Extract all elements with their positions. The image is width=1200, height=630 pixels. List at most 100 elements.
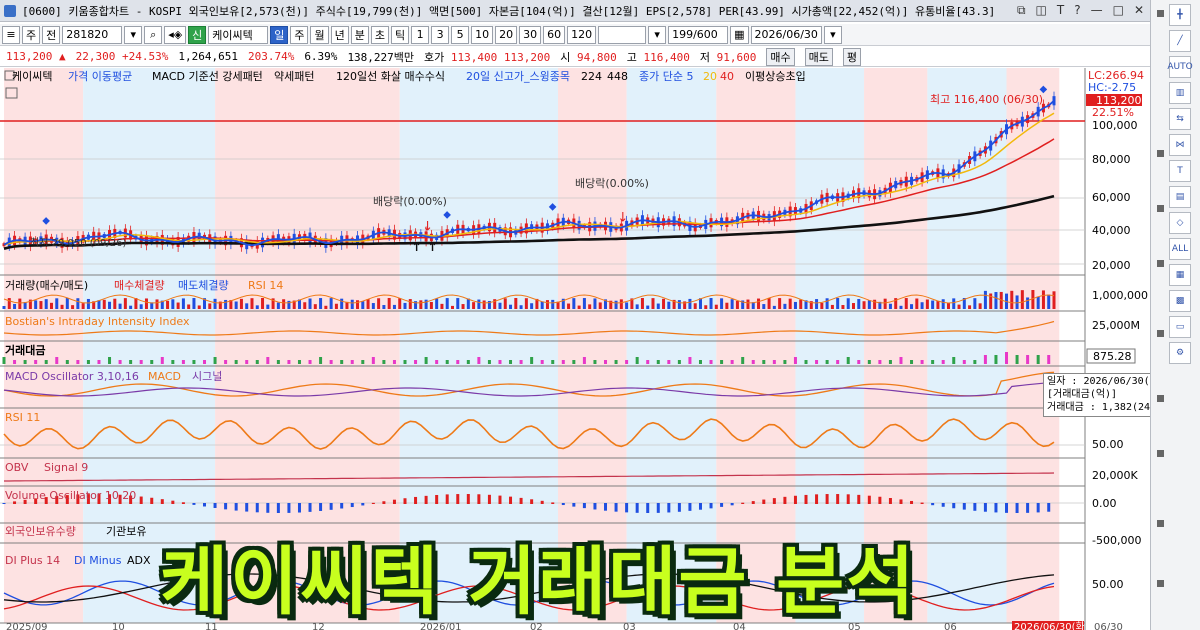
vo-bar (371, 502, 375, 504)
volume-bar (239, 298, 243, 309)
amount-bar (582, 357, 586, 364)
date-field[interactable]: 2026/06/30 (750, 25, 822, 44)
vo-bar (297, 503, 301, 513)
signal-diamond: ◆ (443, 209, 451, 220)
restore-icon[interactable]: ⧉ (1017, 3, 1026, 18)
amount-bar (234, 360, 238, 364)
vo-bar (656, 503, 660, 513)
legend-rise: 이평상승초입 (745, 70, 806, 83)
volume-bar (213, 298, 217, 309)
help-icon[interactable]: ◫ (1036, 3, 1047, 18)
interval-custom-input[interactable] (598, 25, 647, 44)
amount-bar (350, 360, 354, 364)
period-month[interactable]: 월 (310, 25, 329, 44)
volume-bar (572, 298, 576, 309)
trend-icon[interactable]: ╱ (1169, 30, 1191, 52)
sort-icon[interactable]: ≡ (2, 25, 20, 44)
interval-10[interactable]: 10 (471, 25, 494, 44)
buy-button[interactable]: 매수 (766, 47, 795, 66)
window-title: [0600] 키움종합차트 - KOSPI 외국인보유[2,573(천)] 주식… (22, 4, 996, 18)
close-icon[interactable]: ✕ (1134, 3, 1144, 18)
average-button[interactable]: 평 (842, 47, 861, 66)
volume-bar (910, 304, 914, 309)
candle-icon[interactable]: ▥ (1169, 82, 1191, 104)
volume-bar (614, 300, 618, 309)
interval-20[interactable]: 20 (495, 25, 518, 44)
search-icon[interactable]: ⌕ (144, 25, 163, 44)
low-price: 저 91,600 (699, 50, 757, 64)
volume-bar (698, 298, 702, 309)
volume-bar (551, 299, 555, 309)
date-dropdown-icon[interactable]: ▾ (823, 25, 842, 44)
period-week[interactable]: 주 (290, 25, 309, 44)
crosshair-icon[interactable]: ╋ (1169, 4, 1191, 26)
calendar-icon[interactable]: ▦ (730, 25, 749, 44)
amount-bar (414, 360, 418, 364)
sidebar-dot (1157, 450, 1164, 457)
volume-bar (514, 298, 518, 309)
volume-bar (778, 298, 782, 309)
auto-icon[interactable]: AUTO (1167, 56, 1193, 78)
volume-bar (825, 298, 829, 309)
stock-name-field[interactable]: 케이씨텍 (208, 25, 269, 44)
vo-bar (783, 496, 787, 504)
volume-bar (799, 299, 803, 309)
bars-icon[interactable]: ▦ (1169, 264, 1191, 286)
bostian-axis: 25,000M (1092, 319, 1140, 332)
pattern-icon[interactable]: ⋈ (1169, 134, 1191, 156)
menu-button[interactable]: 주 (22, 25, 41, 44)
period-year[interactable]: 년 (330, 25, 349, 44)
arrow-icon[interactable]: ⇆ (1169, 108, 1191, 130)
amount-bar (65, 360, 69, 364)
period-minute[interactable]: 분 (350, 25, 369, 44)
period-day[interactable]: 일 (270, 25, 289, 44)
grid-icon[interactable]: ▩ (1169, 290, 1191, 312)
dropdown-icon[interactable]: ▾ (124, 25, 143, 44)
interval-3[interactable]: 3 (431, 25, 450, 44)
minimize-icon[interactable]: — (1091, 3, 1103, 18)
sound-icon[interactable]: ◂◈ (164, 25, 187, 44)
count-field[interactable]: 199/600 (668, 25, 729, 44)
volume-bar (361, 301, 365, 309)
stock-code-input[interactable]: 281820 (62, 25, 123, 44)
dmi-legend-minus: DI Minus (74, 554, 122, 567)
volume-bar (1052, 291, 1056, 309)
volume-bar (308, 298, 312, 309)
period-second[interactable]: 초 (370, 25, 389, 44)
interval-1[interactable]: 1 (411, 25, 430, 44)
pin-icon[interactable]: ? (1074, 3, 1080, 18)
all-erase-icon[interactable]: ALL (1169, 238, 1191, 260)
fibo-icon[interactable]: ▤ (1169, 186, 1191, 208)
period-tick[interactable]: 틱 (390, 25, 410, 44)
interval-5[interactable]: 5 (451, 25, 470, 44)
eraser-icon[interactable]: ◇ (1169, 212, 1191, 234)
open-price: 시 94,800 (560, 50, 617, 64)
xtick-1: 10 (112, 622, 125, 630)
maximize-icon[interactable]: □ (1113, 3, 1124, 18)
sidebar-dot (1157, 150, 1164, 157)
legend-448: 448 (607, 70, 628, 83)
vo-bar (540, 500, 544, 504)
text-icon[interactable]: T (1057, 3, 1064, 18)
sell-button[interactable]: 매도 (804, 47, 833, 66)
foreign-legend: 외국인보유수량 (5, 525, 76, 538)
text-tool-icon[interactable]: T (1169, 160, 1191, 182)
vo-bar (329, 503, 333, 510)
vo-bar (266, 503, 270, 513)
prev-button[interactable]: 전 (42, 25, 61, 44)
volume-bar (350, 299, 354, 309)
volume-bar (836, 298, 840, 309)
interval-30[interactable]: 30 (519, 25, 542, 44)
right-toolbar: ╋ ╱ AUTO ▥ ⇆ ⋈ T ▤ ◇ ALL ▦ ▩ ▭ ⚙ (1150, 0, 1200, 630)
amount-bar (213, 357, 217, 364)
layout-icon[interactable]: ▭ (1169, 316, 1191, 338)
vo-bar (319, 503, 323, 511)
settings-icon[interactable]: ⚙ (1169, 342, 1191, 364)
volume-bar (1015, 295, 1019, 309)
chevron-down-icon[interactable]: ▾ (648, 25, 667, 44)
amount-bar (540, 360, 544, 364)
interval-60[interactable]: 60 (543, 25, 566, 44)
vo-bar (572, 503, 576, 507)
volume-legend-rsi: RSI 14 (248, 279, 283, 292)
interval-120[interactable]: 120 (567, 25, 597, 44)
